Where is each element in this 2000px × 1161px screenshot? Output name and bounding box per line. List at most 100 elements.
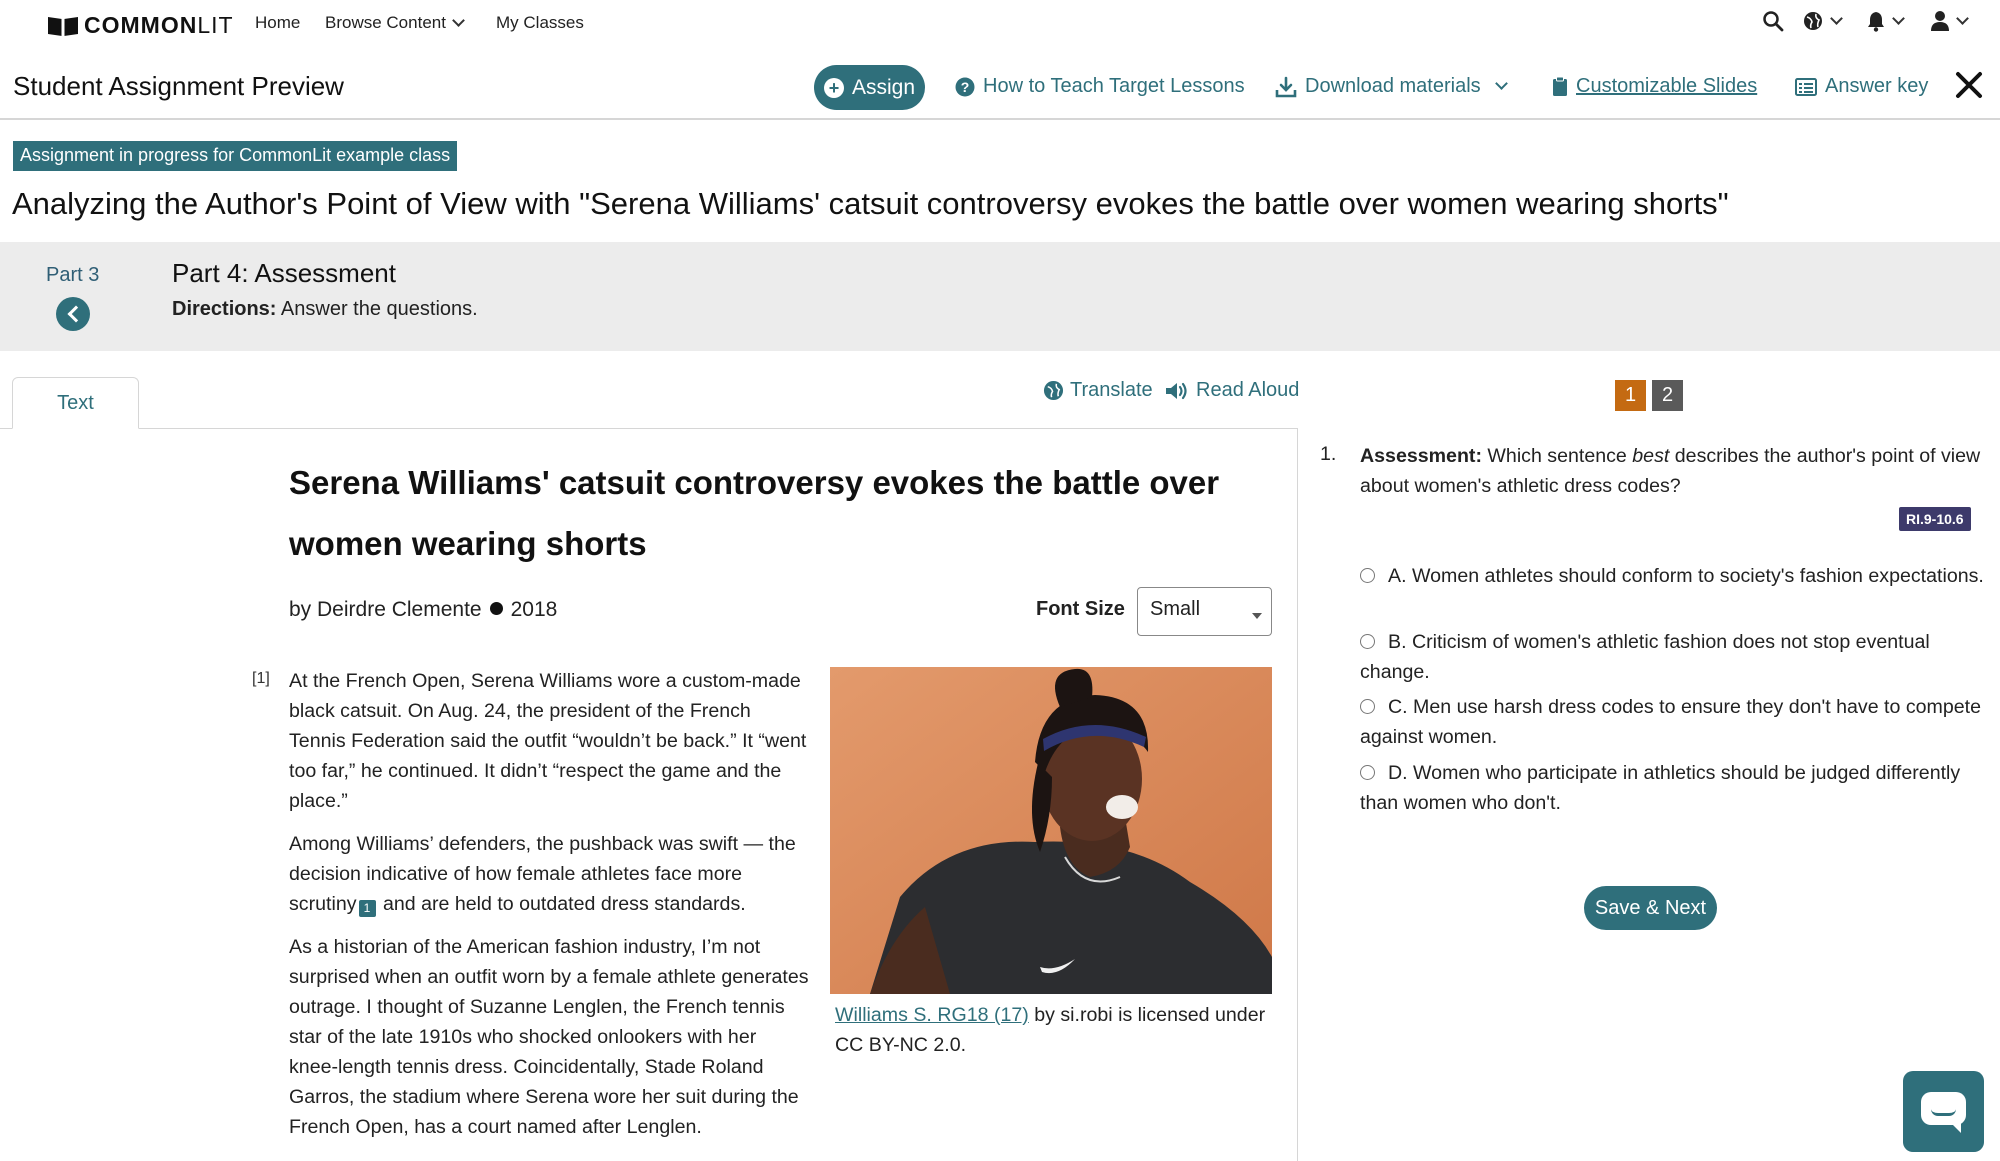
question-text-part: Which sentence [1481, 445, 1633, 467]
notifications-menu[interactable] [1866, 10, 1905, 32]
download-label: Download materials [1305, 75, 1481, 97]
question-label: Assessment: [1360, 445, 1482, 467]
article-year: 2018 [510, 598, 558, 621]
download-icon [1275, 76, 1297, 97]
translate-button[interactable]: Translate [1043, 379, 1153, 402]
how-to-teach-label: How to Teach Target Lessons [983, 75, 1245, 97]
answer-key-label: Answer key [1825, 75, 1929, 97]
speaker-icon [1166, 382, 1187, 399]
language-menu[interactable] [1802, 10, 1843, 32]
answer-key-link[interactable]: Answer key [1795, 75, 1928, 98]
radio-button[interactable] [1360, 765, 1375, 780]
question-prompt: Assessment: Which sentence best describe… [1360, 441, 1990, 501]
globe-icon [1043, 380, 1064, 401]
part-navigation-bar: Part 3 Part 4: Assessment Directions: An… [0, 242, 2000, 351]
logo-text-bold: COMMON [84, 12, 198, 38]
font-size-select[interactable]: Small [1137, 587, 1272, 636]
support-chat-button[interactable] [1903, 1071, 1984, 1152]
logo-text-light: LIT [197, 12, 234, 38]
directions-label: Directions: [172, 298, 277, 320]
article-photo[interactable] [830, 667, 1272, 994]
font-size-value: Small [1150, 598, 1201, 620]
photo-caption: Williams S. RG18 (17) by si.robi is lice… [835, 1000, 1275, 1060]
radio-button[interactable] [1360, 634, 1375, 649]
question-page-2[interactable]: 2 [1652, 380, 1683, 411]
account-menu[interactable] [1930, 10, 1969, 32]
radio-button[interactable] [1360, 568, 1375, 583]
answer-option-text: C. Men use harsh dress codes to ensure t… [1360, 696, 1981, 748]
nav-my-classes-link[interactable]: My Classes [496, 13, 584, 33]
customizable-slides-label: Customizable Slides [1576, 75, 1758, 97]
answer-option-text: B. Criticism of women's athletic fashion… [1360, 631, 1930, 683]
toolbar-title: Student Assignment Preview [13, 71, 344, 101]
assign-label: Assign [851, 75, 916, 99]
nav-home-link[interactable]: Home [255, 13, 300, 33]
chevron-down-icon [1830, 11, 1843, 25]
chevron-down-icon [1956, 11, 1969, 25]
nav-browse-label: Browse Content [325, 13, 446, 32]
close-icon [1956, 72, 1982, 98]
tab-text[interactable]: Text [12, 377, 139, 429]
user-icon [1931, 11, 1949, 31]
save-and-next-button[interactable]: Save & Next [1584, 886, 1717, 930]
nav-browse-content[interactable]: Browse Content [325, 13, 465, 33]
plus-icon: + [823, 77, 844, 98]
photo-credit-link[interactable]: Williams S. RG18 (17) [835, 1004, 1029, 1026]
assign-button[interactable]: + Assign [814, 65, 925, 110]
assignment-title: Analyzing the Author's Point of View wit… [12, 186, 1729, 221]
paragraph-text: and are held to outdated dress standards… [377, 893, 746, 915]
part-directions: Directions: Answer the questions. [172, 298, 478, 321]
download-materials-menu[interactable]: Download materials [1275, 75, 1508, 98]
previous-part-label[interactable]: Part 3 [46, 264, 99, 287]
answer-option-text: A. Women athletes should conform to soci… [1388, 565, 1984, 587]
directions-text: Answer the questions. [276, 298, 478, 320]
question-number: 1. [1320, 443, 1337, 465]
font-size-label: Font Size [1036, 598, 1125, 620]
read-aloud-label: Read Aloud [1196, 379, 1300, 401]
svg-text:?: ? [961, 79, 970, 95]
part-title: Part 4: Assessment [172, 258, 396, 288]
search-button[interactable] [1762, 10, 1784, 32]
commonlit-logo[interactable]: COMMONLIT [46, 12, 234, 39]
article-paragraph[interactable]: At the French Open, Serena Williams wore… [289, 666, 809, 816]
clipboard-icon [1553, 76, 1567, 96]
list-icon [1795, 77, 1817, 96]
chat-bubble-icon [1921, 1092, 1966, 1133]
translate-label: Translate [1070, 379, 1153, 401]
chevron-down-icon [1892, 11, 1905, 25]
globe-icon [1804, 12, 1822, 30]
assignment-status-badge: Assignment in progress for CommonLit exa… [13, 141, 458, 171]
chevron-down-icon [1494, 77, 1508, 90]
preview-toolbar: Student Assignment Preview + Assign ? Ho… [0, 56, 2000, 120]
book-logo-icon [48, 16, 78, 36]
how-to-teach-link[interactable]: ? How to Teach Target Lessons [955, 75, 1245, 98]
article-title: Serena Williams' catsuit controversy evo… [289, 464, 1220, 562]
footnote-marker[interactable]: 1 [358, 900, 376, 917]
search-icon [1763, 11, 1784, 32]
top-navigation: COMMONLIT Home Browse Content My Classes [0, 0, 2000, 48]
chevron-down-icon [452, 14, 465, 27]
bullet-dot [489, 602, 503, 615]
standard-badge: RI.9-10.6 [1899, 507, 1971, 531]
answer-option-d[interactable]: D. Women who participate in athletics sh… [1360, 758, 1990, 818]
answer-option-a[interactable]: A. Women athletes should conform to soci… [1360, 561, 1990, 591]
question-emphasis: best [1632, 445, 1670, 467]
previous-part-button[interactable] [56, 297, 90, 331]
article-paragraph[interactable]: As a historian of the American fashion i… [289, 932, 809, 1142]
paragraph-number: [1] [252, 670, 270, 687]
customizable-slides-link[interactable]: Customizable Slides [1552, 75, 1757, 98]
article-paragraph[interactable]: Among Williams’ defenders, the pushback … [289, 829, 809, 919]
question-page-1[interactable]: 1 [1615, 380, 1646, 411]
tennis-player-photo [830, 667, 1272, 994]
article-body: At the French Open, Serena Williams wore… [289, 666, 809, 1155]
answer-option-c[interactable]: C. Men use harsh dress codes to ensure t… [1360, 692, 1990, 752]
article-byline: by Deirdre Clemente 2018 [289, 598, 557, 622]
article-author: by Deirdre Clemente [289, 598, 482, 621]
close-preview-button[interactable] [1955, 68, 1983, 106]
read-aloud-button[interactable]: Read Aloud [1164, 379, 1299, 402]
radio-button[interactable] [1360, 699, 1375, 714]
question-circle-icon: ? [955, 77, 975, 96]
bell-icon [1868, 12, 1884, 32]
answer-option-text: D. Women who participate in athletics sh… [1360, 762, 1961, 814]
answer-option-b[interactable]: B. Criticism of women's athletic fashion… [1360, 627, 1990, 687]
